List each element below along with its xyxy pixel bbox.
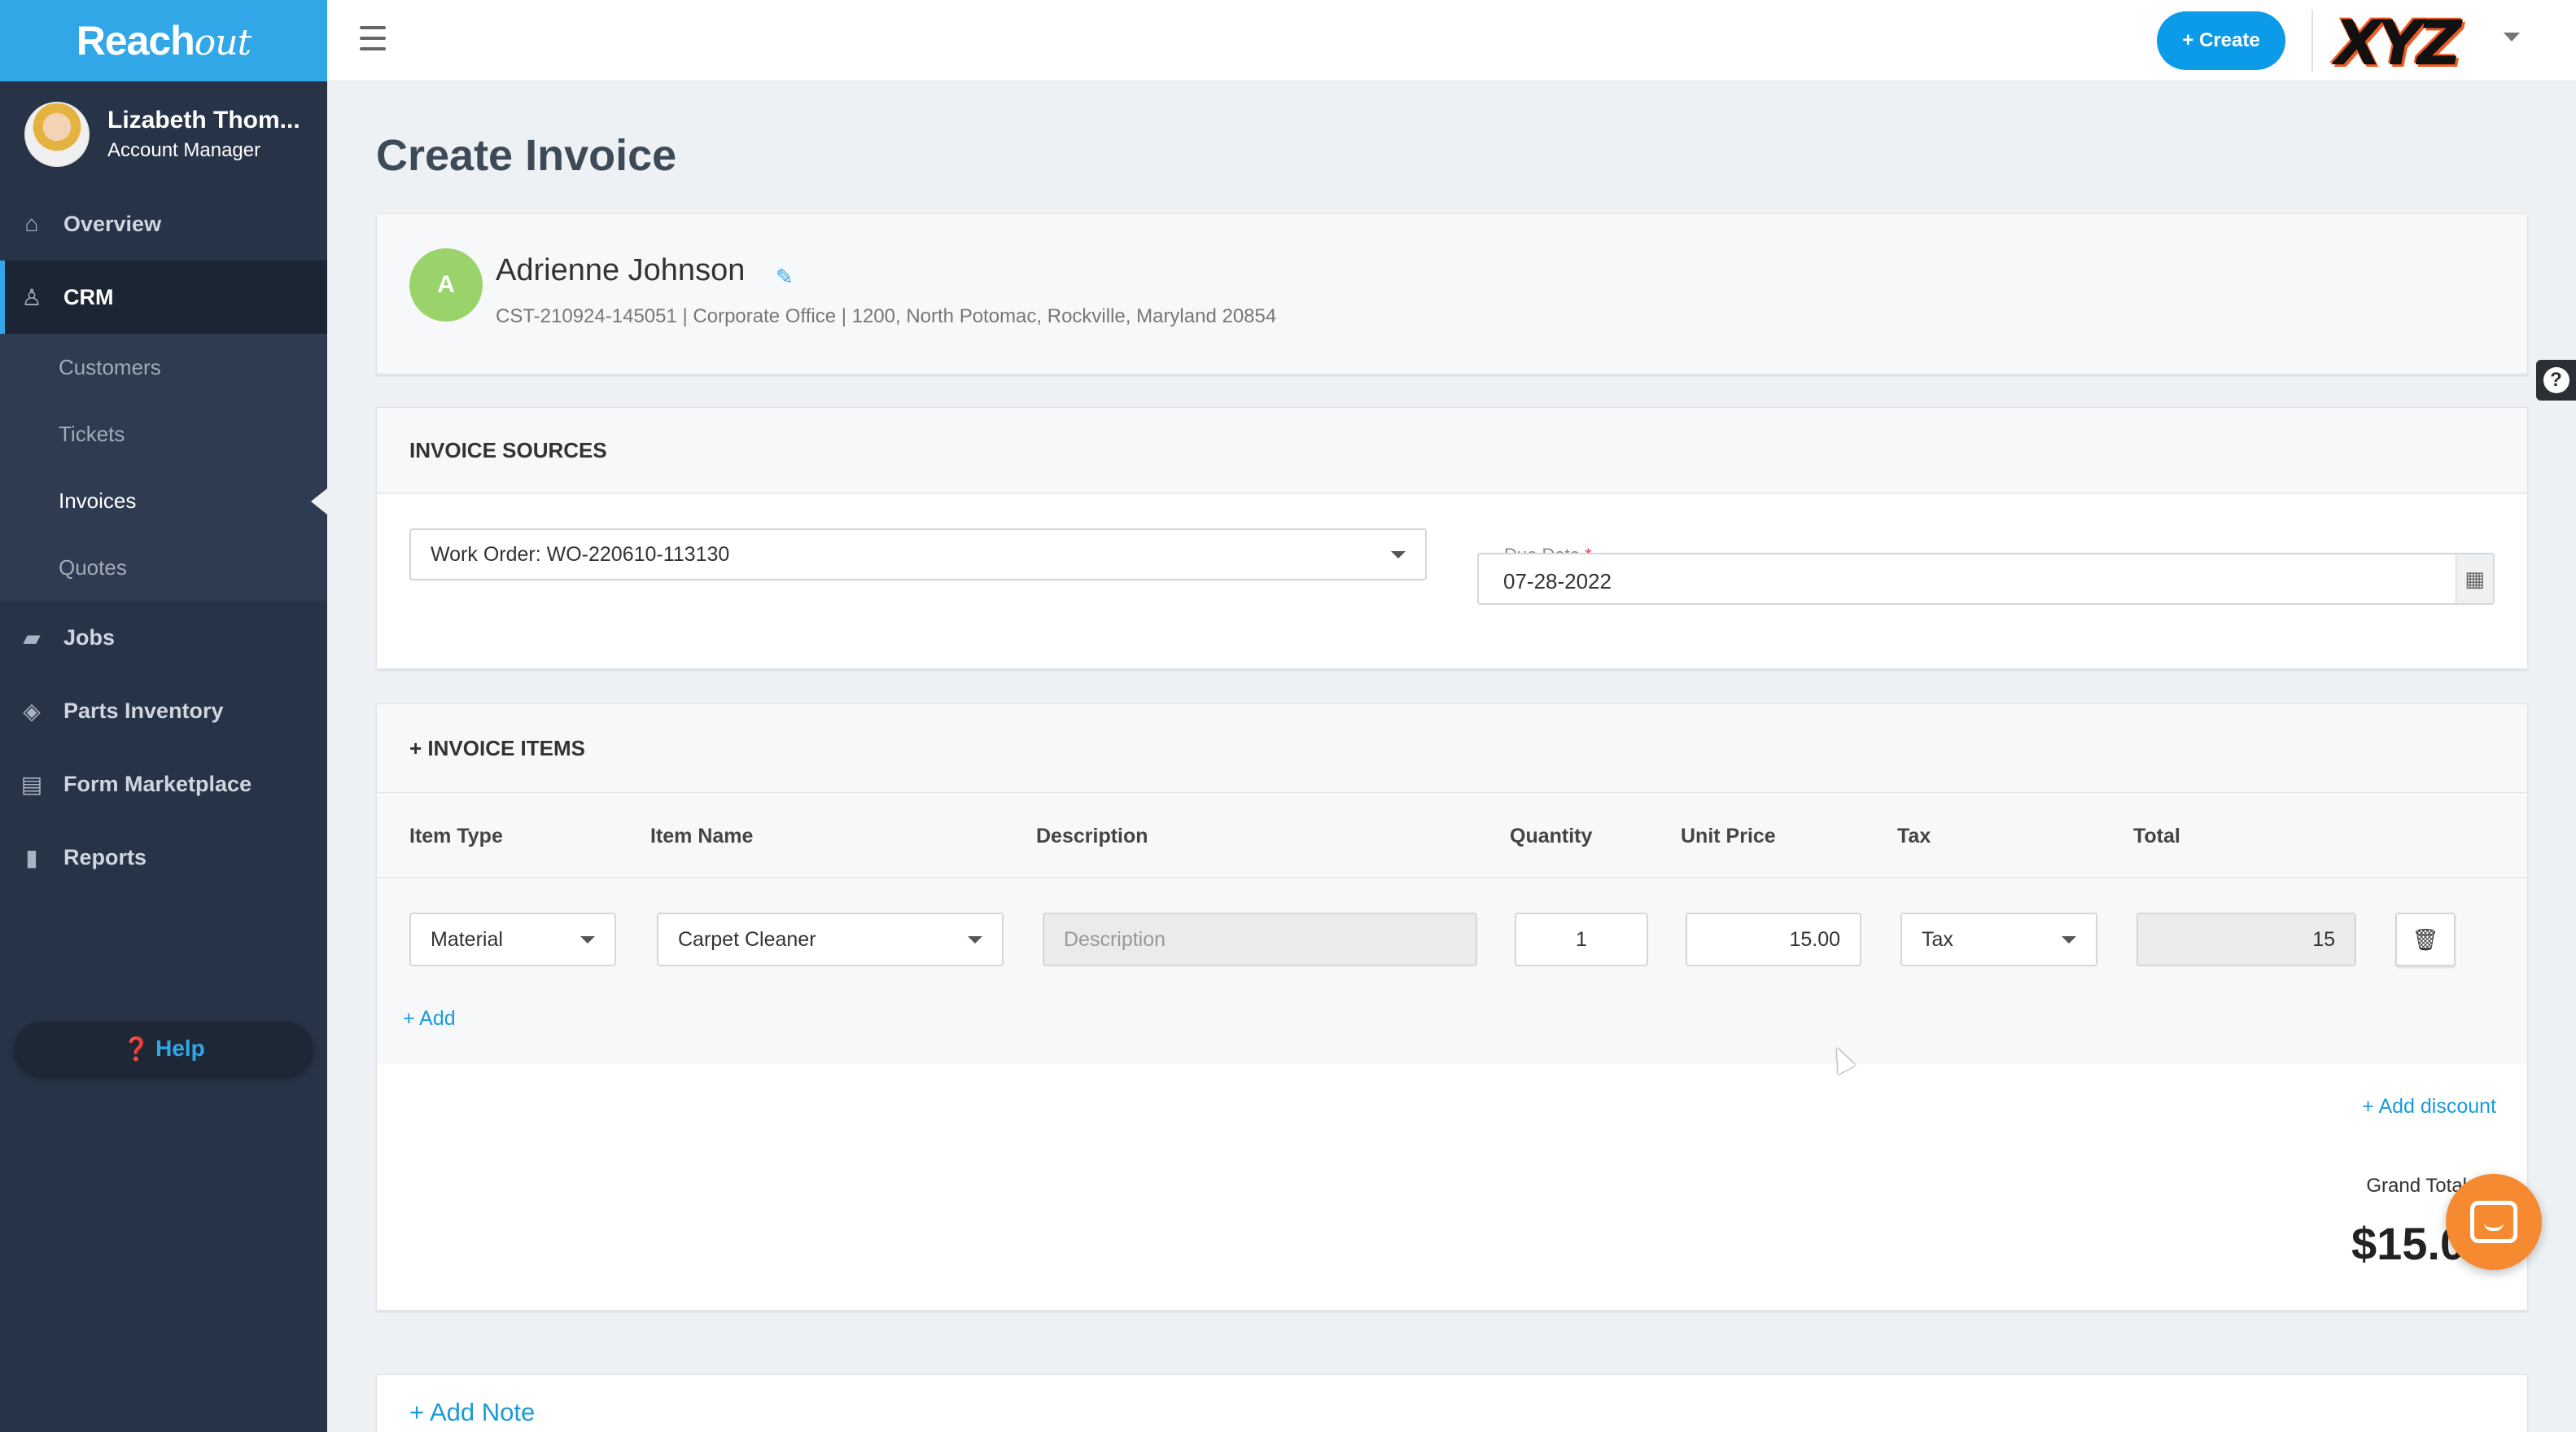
customer-name: Adrienne Johnson	[496, 253, 746, 287]
chevron-down-icon[interactable]	[2504, 33, 2520, 42]
tax-value: Tax	[1922, 927, 1953, 951]
sidebar-item-reports[interactable]: ▮ Reports	[0, 821, 327, 894]
col-item-type: Item Type	[409, 825, 503, 847]
invoice-items-header[interactable]: + INVOICE ITEMS	[377, 704, 2527, 794]
chevron-down-icon	[580, 936, 595, 944]
sidebar-item-label: CRM	[63, 284, 114, 309]
sidebar-item-label: Reports	[63, 844, 147, 869]
add-item-link[interactable]: + Add	[403, 1007, 456, 1031]
item-name-select[interactable]: Carpet Cleaner	[657, 913, 1004, 966]
invoice-items-card: + INVOICE ITEMS Item Type Item Name Desc…	[376, 703, 2528, 1311]
chat-icon	[2470, 1201, 2517, 1243]
sidebar-item-overview[interactable]: ⌂ Overview	[0, 187, 327, 261]
pencil-icon[interactable]: ✎	[776, 265, 794, 290]
company-logo[interactable]: XYZ	[2334, 7, 2462, 79]
invoice-sources-header: INVOICE SOURCES	[377, 408, 2527, 494]
grand-total-label: Grand Total	[2366, 1175, 2467, 1197]
delete-row-button[interactable]: 🗑	[2395, 913, 2456, 966]
sidebar-item-crm[interactable]: ♙ CRM	[0, 261, 327, 334]
person-icon: ♙	[21, 284, 42, 310]
user-name: Lizabeth Thom...	[107, 107, 300, 134]
sidebar-item-jobs[interactable]: ▰ Jobs	[0, 601, 327, 674]
avatar	[24, 102, 90, 167]
add-discount-link[interactable]: + Add discount	[2362, 1095, 2496, 1119]
topbar: + Create XYZ	[327, 0, 2576, 81]
table-row: Material Carpet Cleaner Description 1 15…	[377, 878, 2527, 1064]
due-date-value: 07-28-2022	[1503, 569, 1612, 593]
chevron-down-icon	[1391, 551, 1406, 558]
customer-avatar: A	[409, 248, 483, 322]
sidebar-subitem-quotes[interactable]: Quotes	[0, 534, 327, 601]
bar-chart-icon: ▮	[25, 844, 38, 870]
user-profile[interactable]: Lizabeth Thom... Account Manager	[0, 81, 327, 187]
col-total: Total	[2133, 825, 2180, 847]
home-icon: ⌂	[24, 211, 39, 236]
question-icon: ?	[2543, 367, 2569, 393]
sidebar-item-label: Parts Inventory	[63, 698, 224, 723]
work-order-select[interactable]: Work Order: WO-220610-113130	[409, 528, 1427, 580]
sidebar-subitem-invoices[interactable]: Invoices	[0, 467, 327, 534]
col-unit-price: Unit Price	[1681, 825, 1776, 847]
help-label: Help	[155, 1036, 205, 1061]
chevron-down-icon	[968, 936, 982, 944]
description-input[interactable]: Description	[1043, 913, 1477, 966]
user-role: Account Manager	[107, 139, 261, 161]
item-name-value: Carpet Cleaner	[678, 927, 816, 951]
create-button[interactable]: + Create	[2157, 11, 2285, 70]
chat-launcher-button[interactable]	[2446, 1174, 2542, 1270]
col-description: Description	[1036, 825, 1148, 847]
quantity-value: 1	[1576, 927, 1587, 951]
col-item-name: Item Name	[650, 825, 754, 847]
unit-price-value: 15.00	[1789, 927, 1840, 951]
logo-script-text: out	[194, 22, 252, 63]
sidebar-item-label: Overview	[63, 211, 162, 236]
item-type-value: Material	[431, 927, 503, 951]
due-date-input[interactable]: 07-28-2022 ▦	[1477, 553, 2495, 605]
crm-submenu: Customers Tickets Invoices Quotes	[0, 334, 327, 601]
col-quantity: Quantity	[1510, 825, 1593, 847]
total-value: 15	[2312, 927, 2335, 951]
box-icon: ◈	[23, 698, 41, 724]
topbar-divider	[2311, 10, 2313, 72]
quantity-input[interactable]: 1	[1515, 913, 1648, 966]
col-tax: Tax	[1897, 825, 1931, 847]
customer-details: CST-210924-145051 | Corporate Office | 1…	[496, 305, 1277, 327]
trash-icon: 🗑	[2412, 926, 2439, 952]
sidebar-item-label: Jobs	[63, 624, 116, 650]
question-circle-icon: ❓	[122, 1036, 151, 1062]
app-logo[interactable]: Reachout	[76, 17, 252, 64]
help-button[interactable]: ❓ Help	[15, 1022, 313, 1075]
page-title: Create Invoice	[376, 131, 677, 180]
help-tab[interactable]: ?	[2536, 360, 2576, 401]
sidebar: Reachout Lizabeth Thom... Account Manage…	[0, 0, 327, 1432]
add-note-link[interactable]: + Add Note	[409, 1398, 535, 1427]
item-type-select[interactable]: Material	[409, 913, 616, 966]
briefcase-icon: ▰	[23, 624, 41, 650]
unit-price-input[interactable]: 15.00	[1686, 913, 1861, 966]
invoice-sources-card: INVOICE SOURCES Work Order: WO-220610-11…	[376, 407, 2528, 669]
sidebar-subitem-customers[interactable]: Customers	[0, 334, 327, 401]
total-field: 15	[2136, 913, 2356, 966]
sidebar-item-form-marketplace[interactable]: ▤ Form Marketplace	[0, 747, 327, 821]
description-placeholder: Description	[1064, 927, 1166, 951]
sidebar-item-label: Form Marketplace	[63, 771, 252, 796]
calendar-icon[interactable]: ▦	[2456, 554, 2493, 603]
chevron-down-icon	[2062, 936, 2076, 944]
logo-bar: Reachout	[0, 0, 327, 81]
items-column-headers: Item Type Item Name Description Quantity…	[377, 795, 2527, 878]
document-icon: ▤	[20, 771, 43, 797]
work-order-value: Work Order: WO-220610-113130	[431, 542, 730, 566]
hamburger-menu-icon[interactable]	[360, 26, 386, 50]
tax-select[interactable]: Tax	[1900, 913, 2097, 966]
sidebar-item-parts-inventory[interactable]: ◈ Parts Inventory	[0, 674, 327, 747]
note-card: + Add Note	[376, 1374, 2528, 1432]
logo-main-text: Reach	[76, 18, 195, 63]
customer-card: A Adrienne Johnson ✎ CST-210924-145051 |…	[376, 213, 2528, 374]
sidebar-subitem-tickets[interactable]: Tickets	[0, 401, 327, 467]
